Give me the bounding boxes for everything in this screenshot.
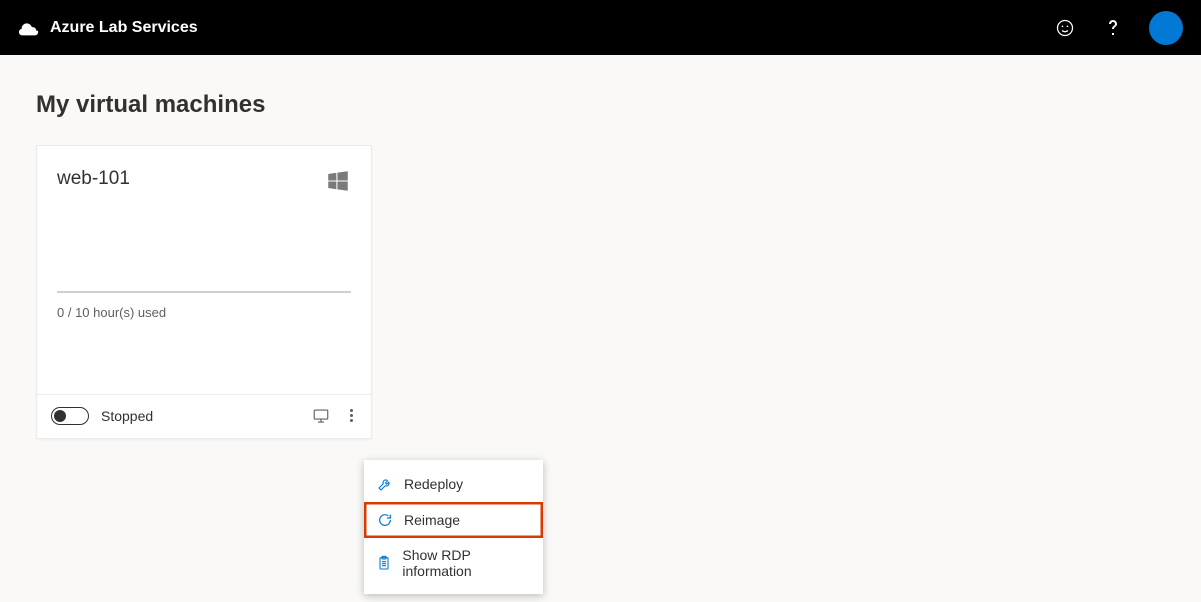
- vm-context-menu: Redeploy Reimage Show RDP information: [364, 460, 543, 594]
- menu-item-label: Show RDP information: [402, 547, 531, 579]
- app-header: Azure Lab Services: [0, 0, 1201, 55]
- vm-card-footer: Stopped: [37, 394, 371, 438]
- header-actions: [1053, 11, 1183, 45]
- clipboard-icon: [376, 554, 392, 572]
- wrench-icon: [376, 475, 394, 493]
- user-avatar[interactable]: [1149, 11, 1183, 45]
- windows-os-icon: [325, 168, 351, 199]
- hours-used-label: 0 / 10 hour(s) used: [37, 293, 371, 320]
- vm-card: web-101 0 / 10 hour(s) used Stopped: [36, 145, 372, 439]
- power-toggle[interactable]: [51, 407, 89, 425]
- page-title: My virtual machines: [36, 91, 1165, 119]
- feedback-icon[interactable]: [1053, 16, 1077, 40]
- app-title: Azure Lab Services: [50, 19, 198, 37]
- menu-item-redeploy[interactable]: Redeploy: [364, 466, 543, 502]
- vm-status: Stopped: [101, 408, 153, 424]
- menu-item-label: Redeploy: [404, 476, 463, 492]
- more-options-button[interactable]: [346, 405, 357, 426]
- page-content: My virtual machines web-101 0 / 10 hour(…: [0, 55, 1201, 475]
- help-icon[interactable]: [1101, 16, 1125, 40]
- menu-item-reimage[interactable]: Reimage: [364, 502, 543, 538]
- header-brand: Azure Lab Services: [18, 17, 198, 39]
- connect-icon[interactable]: [312, 407, 330, 425]
- azure-logo-icon: [18, 17, 40, 39]
- menu-item-show-rdp-information[interactable]: Show RDP information: [364, 538, 543, 588]
- vm-name: web-101: [57, 168, 130, 190]
- refresh-icon: [376, 511, 394, 529]
- menu-item-label: Reimage: [404, 512, 460, 528]
